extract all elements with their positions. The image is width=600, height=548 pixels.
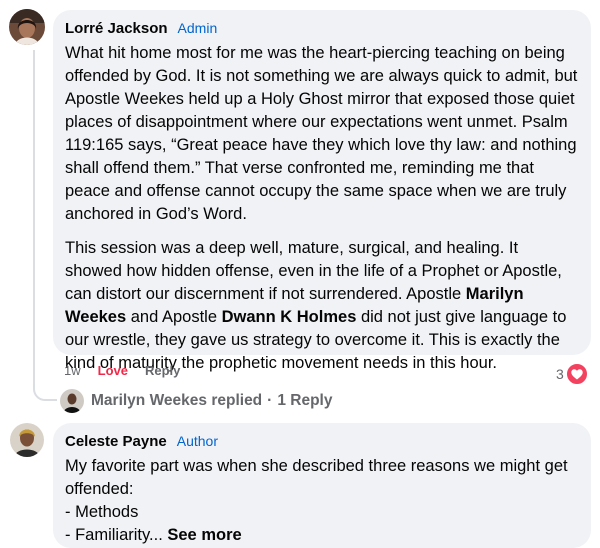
reaction-summary[interactable]: 3 — [556, 362, 589, 386]
comment-actions: 1w Love Reply — [64, 363, 180, 378]
avatar[interactable] — [9, 9, 45, 45]
reply-count: 1 Reply — [277, 392, 333, 409]
profile-photo-icon — [9, 9, 45, 45]
comment-bubble: Lorré Jackson Admin What hit home most f… — [53, 10, 591, 372]
mentioned-name[interactable]: Dwann K Holmes — [222, 308, 357, 326]
separator-dot: · — [267, 392, 273, 409]
avatar[interactable] — [10, 423, 44, 457]
comment-line: - Familiarity... See more — [65, 524, 579, 547]
reaction-count: 3 — [556, 366, 564, 382]
comment-line-text: - Familiarity... — [65, 526, 163, 544]
see-more-link[interactable]: See more — [167, 526, 241, 544]
comment-timestamp[interactable]: 1w — [64, 363, 81, 378]
view-replies-link[interactable]: Marilyn Weekes replied · 1 Reply — [60, 389, 332, 413]
love-reaction-button[interactable]: Love — [98, 363, 128, 378]
comment-author[interactable]: Lorré Jackson — [65, 20, 168, 37]
comment-text: What hit home most for me was the heart-… — [65, 42, 579, 375]
role-badge: Admin — [177, 20, 218, 36]
role-badge: Author — [176, 433, 218, 449]
comment-text: My favorite part was when she described … — [65, 455, 579, 547]
comment-paragraph: What hit home most for me was the heart-… — [65, 42, 579, 226]
reply-button[interactable]: Reply — [145, 363, 180, 378]
comment-bubble: Celeste Payne Author My favorite part wa… — [53, 423, 591, 548]
text-run: and Apostle — [126, 308, 222, 326]
comment-paragraph: This session was a deep well, mature, su… — [65, 237, 579, 375]
comment-author[interactable]: Celeste Payne — [65, 433, 167, 450]
replier-name: Marilyn Weekes replied — [91, 392, 263, 409]
comment-line: - Methods — [65, 503, 139, 521]
comment-line: My favorite part was when she described … — [65, 457, 568, 498]
replier-avatar — [60, 389, 84, 413]
heart-icon — [564, 362, 589, 386]
profile-photo-icon — [10, 423, 44, 457]
text-run: What hit home most for me was the heart-… — [65, 44, 578, 223]
